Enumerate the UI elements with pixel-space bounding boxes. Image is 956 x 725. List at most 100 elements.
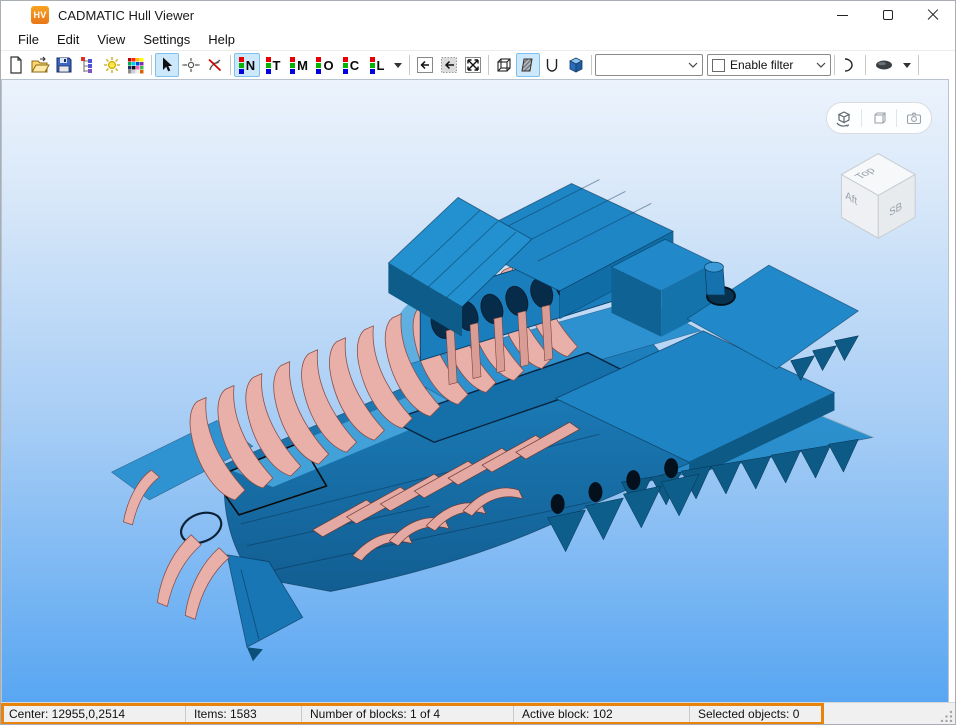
toolbar-separator [918, 55, 919, 75]
close-icon [927, 9, 939, 21]
orbit-model-button[interactable] [827, 103, 861, 133]
layer-m-button[interactable]: M [286, 53, 312, 77]
toolbar: N T M O C L [1, 51, 955, 79]
wireframe-cube-icon [494, 55, 514, 75]
status-items: Items: 1583 [186, 703, 302, 724]
layer-dropdown-caret[interactable] [394, 63, 402, 68]
curve-slash-button[interactable] [203, 53, 227, 77]
rgb-squares-icon [290, 57, 295, 74]
save-button[interactable] [52, 53, 76, 77]
letter-c-label: C [350, 59, 359, 72]
app-logo-icon: HV [31, 6, 49, 24]
menu-view[interactable]: View [88, 30, 134, 49]
enable-filter-label: Enable filter [730, 58, 816, 72]
new-document-icon [6, 55, 26, 75]
rgb-squares-icon [239, 57, 244, 74]
layer-l-button[interactable]: L [364, 53, 390, 77]
curve-slash-icon [205, 55, 225, 75]
hull-model-canvas[interactable]: Top Aft SB [2, 80, 948, 702]
maximize-icon [883, 10, 893, 20]
arc-icon [839, 55, 861, 75]
status-selected-objects: Selected objects: 0 [690, 703, 824, 724]
toolbar-separator [591, 55, 592, 75]
ellipse-dropdown-caret[interactable] [903, 63, 911, 68]
shaded-view-button[interactable] [516, 53, 540, 77]
color-palette-button[interactable] [124, 53, 148, 77]
orbit-model-icon [835, 109, 853, 127]
view-back-icon [415, 55, 435, 75]
camera-button[interactable] [897, 103, 931, 133]
menu-settings[interactable]: Settings [134, 30, 199, 49]
letter-o-label: O [323, 59, 333, 72]
toolbar-separator [488, 55, 489, 75]
enable-filter-combobox[interactable]: Enable filter [707, 54, 831, 76]
camera-icon [905, 109, 923, 127]
save-icon [54, 55, 74, 75]
fit-view-button[interactable] [461, 53, 485, 77]
title-bar: HV CADMATIC Hull Viewer [1, 1, 955, 29]
fit-view-icon [463, 55, 483, 75]
view-previous-button[interactable] [437, 53, 461, 77]
layer-c-button[interactable]: C [338, 53, 364, 77]
solid-cube-button[interactable] [564, 53, 588, 77]
brightness-button[interactable] [100, 53, 124, 77]
u-shape-button[interactable] [540, 53, 564, 77]
maximize-button[interactable] [865, 1, 910, 29]
solid-cube-icon [566, 55, 586, 75]
resize-grip[interactable] [939, 708, 953, 722]
arc-button[interactable] [838, 53, 862, 77]
toolbar-separator [151, 55, 152, 75]
layer-n-button[interactable]: N [234, 53, 260, 77]
letter-n-label: N [246, 59, 255, 72]
status-blocks: Number of blocks: 1 of 4 [302, 703, 514, 724]
layer-t-button[interactable]: T [260, 53, 286, 77]
select-cursor-icon [157, 55, 177, 75]
ellipse-icon [872, 55, 896, 75]
nav-cube[interactable]: Top Aft SB [841, 154, 915, 239]
select-cursor-button[interactable] [155, 53, 179, 77]
tree-view-icon [78, 55, 98, 75]
search-combobox[interactable] [595, 54, 703, 76]
locate-crosshair-icon [181, 55, 201, 75]
menu-edit[interactable]: Edit [48, 30, 88, 49]
menu-help[interactable]: Help [199, 30, 244, 49]
minimize-button[interactable] [820, 1, 865, 29]
view-previous-icon [439, 55, 459, 75]
rgb-squares-icon [266, 57, 271, 74]
shaded-view-icon [518, 55, 538, 75]
minimize-icon [837, 15, 848, 16]
menu-file[interactable]: File [9, 30, 48, 49]
chevron-down-icon [816, 61, 826, 69]
layer-o-button[interactable]: O [312, 53, 338, 77]
view-tools-pill [826, 102, 932, 134]
wireframe-box-button[interactable] [862, 103, 896, 133]
letter-m-label: M [297, 59, 308, 72]
brightness-icon [102, 55, 122, 75]
status-active-block: Active block: 102 [514, 703, 690, 724]
ellipse-button[interactable] [869, 53, 899, 77]
toolbar-separator [230, 55, 231, 75]
toolbar-separator [409, 55, 410, 75]
locate-crosshair-button[interactable] [179, 53, 203, 77]
close-button[interactable] [910, 1, 955, 29]
hull-model[interactable] [112, 180, 874, 662]
rgb-squares-icon [316, 57, 321, 74]
tree-view-button[interactable] [76, 53, 100, 77]
window-title: CADMATIC Hull Viewer [58, 8, 194, 23]
status-center: Center: 12955,0,2514 [1, 703, 186, 724]
wireframe-box-icon [870, 109, 888, 127]
app-window: HV CADMATIC Hull Viewer File Edit View S… [0, 0, 956, 725]
new-document-button[interactable] [4, 53, 28, 77]
toolbar-separator [865, 55, 866, 75]
viewport-3d[interactable]: Top Aft SB [1, 79, 949, 702]
enable-filter-checkbox[interactable] [712, 59, 725, 72]
toolbar-separator [834, 55, 835, 75]
rgb-squares-icon [343, 57, 348, 74]
wireframe-cube-button[interactable] [492, 53, 516, 77]
letter-t-label: T [273, 59, 281, 72]
letter-l-label: L [377, 59, 385, 72]
menu-bar: File Edit View Settings Help [1, 29, 955, 51]
view-back-button[interactable] [413, 53, 437, 77]
open-folder-button[interactable] [28, 53, 52, 77]
open-folder-icon [30, 55, 50, 75]
